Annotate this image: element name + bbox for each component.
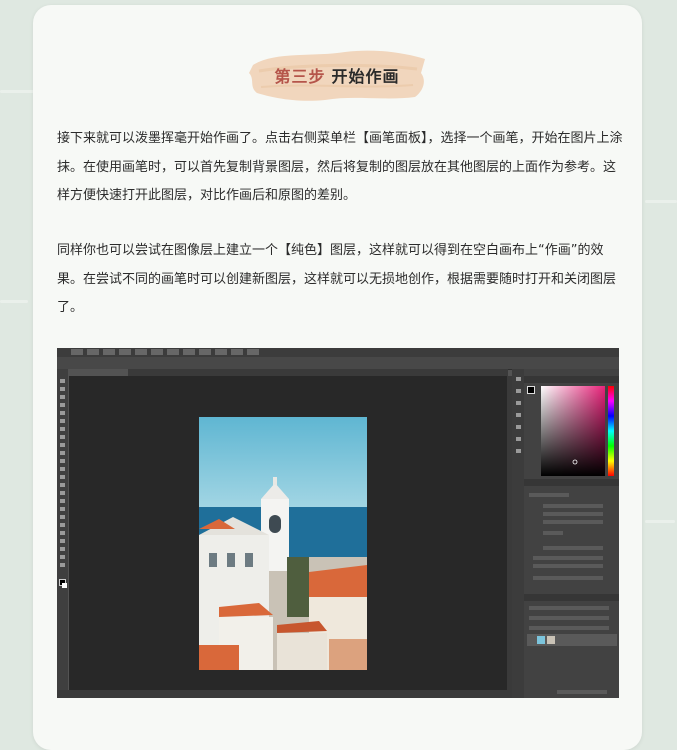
ps-status-bar	[57, 690, 512, 698]
step-label: 第三步	[274, 67, 326, 86]
article-card: 第三步 开始作画 接下来就可以泼墨挥毫开始作画了。点击右侧菜单栏【画笔面板】，选择…	[33, 5, 642, 750]
paragraph-2: 同样你也可以尝试在图像层上建立一个【纯色】图层，这样就可以得到在空白画布上“作画…	[57, 243, 617, 315]
city-photo	[199, 417, 367, 670]
ps-menubar	[57, 348, 619, 357]
paragraph-1: 接下来就可以泼墨挥毫开始作画了。点击右侧菜单栏【画笔面板】，选择一个画笔，开始在…	[57, 131, 623, 203]
photoshop-screenshot	[57, 348, 619, 698]
ps-layer-row	[527, 634, 617, 646]
ps-document-tabs	[68, 369, 508, 376]
ps-hue-slider	[608, 386, 614, 476]
ps-panel-icons	[512, 369, 524, 698]
ps-color-picker	[541, 386, 605, 476]
ps-canvas	[69, 376, 507, 690]
ps-properties-panel-tabs	[524, 479, 619, 486]
ps-color-panel-tabs	[524, 376, 619, 383]
ps-layers-panel-tabs	[524, 594, 619, 601]
ps-toolbar	[57, 369, 68, 698]
section-title: 开始作画	[331, 67, 400, 86]
section-heading: 第三步 开始作画	[245, 43, 429, 105]
